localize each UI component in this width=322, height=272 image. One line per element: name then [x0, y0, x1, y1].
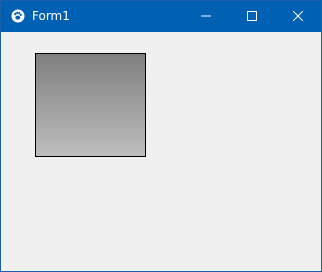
title-bar[interactable]: Form1 [1, 1, 321, 32]
form-window: Form1 [0, 0, 322, 272]
close-button[interactable] [275, 1, 321, 32]
minimize-icon [201, 15, 211, 17]
paw-icon[interactable] [11, 9, 25, 23]
maximize-button[interactable] [229, 1, 275, 32]
window-title: Form1 [32, 9, 70, 23]
form-client-area [1, 32, 321, 271]
close-icon [293, 11, 303, 21]
minimize-button[interactable] [183, 1, 229, 32]
maximize-icon [247, 11, 257, 21]
gradient-panel [35, 53, 146, 157]
